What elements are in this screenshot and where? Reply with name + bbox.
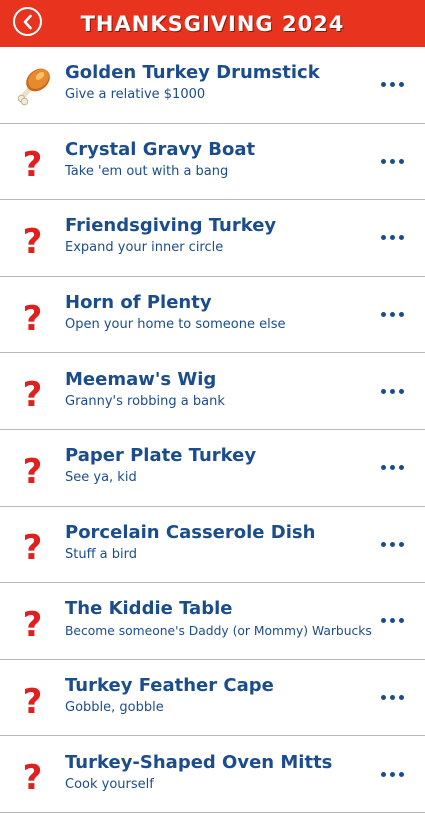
list-item[interactable]: ? The Kiddie Table Become someone's Dadd… xyxy=(0,583,425,660)
item-title: Horn of Plenty xyxy=(65,292,212,314)
more-options-button[interactable] xyxy=(372,223,412,253)
question-mark-icon: ? xyxy=(22,681,43,722)
question-mark-icon: ? xyxy=(22,528,43,569)
question-mark-icon: ? xyxy=(22,298,43,339)
more-options-button[interactable] xyxy=(372,606,412,636)
list-item[interactable]: ? Paper Plate Turkey See ya, kid xyxy=(0,430,425,507)
list-item[interactable]: ? Meemaw's Wig Granny's robbing a bank xyxy=(0,353,425,430)
chevron-left-icon xyxy=(23,14,32,29)
ellipsis-icon xyxy=(380,541,386,547)
question-mark-icon: ? xyxy=(22,221,43,262)
list-item[interactable]: Golden Turkey Drumstick Give a relative … xyxy=(0,47,425,124)
header-bar: THANKSGIVING 2024 xyxy=(0,0,425,47)
question-mark-icon: ? xyxy=(22,375,43,416)
item-title: Meemaw's Wig xyxy=(65,368,217,390)
ellipsis-icon xyxy=(380,695,386,701)
drumstick-icon xyxy=(0,47,65,123)
item-subtitle: Gobble, gobble xyxy=(65,700,164,716)
item-title: Friendsgiving Turkey xyxy=(65,215,277,237)
item-subtitle: Cook yourself xyxy=(65,776,154,792)
more-options-button[interactable] xyxy=(372,683,412,713)
item-subtitle: Give a relative $1000 xyxy=(65,87,206,103)
item-title: The Kiddie Table xyxy=(65,598,233,620)
list-item[interactable]: ? Porcelain Casserole Dish Stuff a bird xyxy=(0,507,425,584)
page-title: THANKSGIVING 2024 xyxy=(80,11,345,36)
item-title: Paper Plate Turkey xyxy=(65,445,257,467)
achievement-list: Golden Turkey Drumstick Give a relative … xyxy=(0,47,425,813)
ellipsis-icon xyxy=(380,312,386,318)
item-subtitle: Granny's robbing a bank xyxy=(65,393,225,409)
more-options-button[interactable] xyxy=(372,376,412,406)
ellipsis-icon xyxy=(380,618,386,624)
more-options-button[interactable] xyxy=(372,146,412,176)
question-mark-icon: ? xyxy=(22,758,43,799)
item-subtitle: Take 'em out with a bang xyxy=(65,163,229,179)
ellipsis-icon xyxy=(380,235,386,241)
ellipsis-icon xyxy=(380,771,386,777)
item-title: Golden Turkey Drumstick xyxy=(65,62,320,84)
question-mark-icon: ? xyxy=(22,451,43,492)
ellipsis-icon xyxy=(380,465,386,471)
list-item[interactable]: ? Horn of Plenty Open your home to someo… xyxy=(0,277,425,354)
item-subtitle: See ya, kid xyxy=(65,470,137,486)
item-title: Porcelain Casserole Dish xyxy=(65,521,316,543)
item-title: Turkey Feather Cape xyxy=(65,675,274,697)
item-subtitle: Expand your inner circle xyxy=(65,240,224,256)
ellipsis-icon xyxy=(380,388,386,394)
item-subtitle: Become someone's Daddy (or Mommy) Warbuc… xyxy=(65,624,372,639)
more-options-button[interactable] xyxy=(372,70,412,100)
question-mark-icon: ? xyxy=(22,145,43,186)
item-title: Turkey-Shaped Oven Mitts xyxy=(65,751,333,773)
ellipsis-icon xyxy=(380,158,386,164)
list-item[interactable]: ? Turkey Feather Cape Gobble, gobble xyxy=(0,660,425,737)
more-options-button[interactable] xyxy=(372,529,412,559)
list-item[interactable]: ? Turkey-Shaped Oven Mitts Cook yourself xyxy=(0,736,425,813)
more-options-button[interactable] xyxy=(372,300,412,330)
item-title: Crystal Gravy Boat xyxy=(65,138,256,160)
list-item[interactable]: ? Crystal Gravy Boat Take 'em out with a… xyxy=(0,124,425,201)
ellipsis-icon xyxy=(380,82,386,88)
question-mark-icon: ? xyxy=(22,604,43,645)
more-options-button[interactable] xyxy=(372,453,412,483)
item-subtitle: Open your home to someone else xyxy=(65,317,286,333)
item-subtitle: Stuff a bird xyxy=(65,546,138,562)
list-item[interactable]: ? Friendsgiving Turkey Expand your inner… xyxy=(0,200,425,277)
more-options-button[interactable] xyxy=(372,759,412,789)
back-button[interactable] xyxy=(13,7,42,36)
